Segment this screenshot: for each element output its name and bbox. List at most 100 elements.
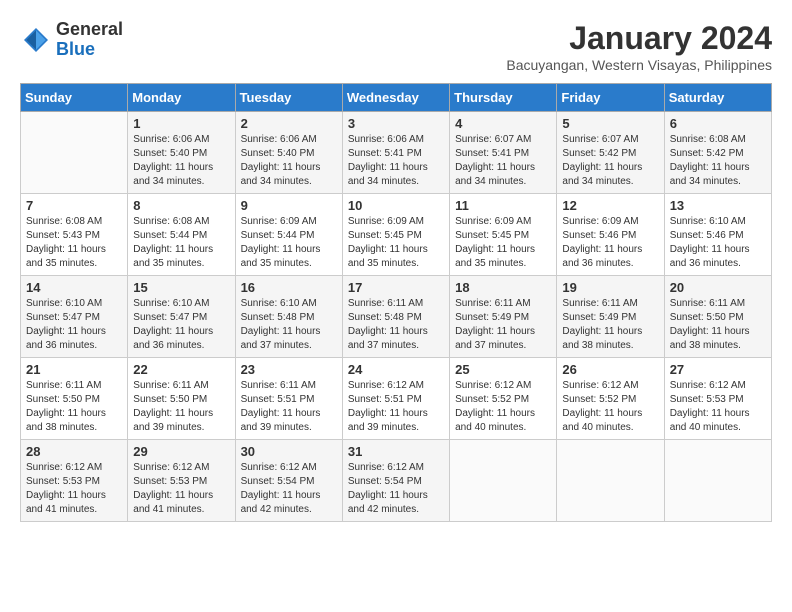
day-cell: 23 Sunrise: 6:11 AMSunset: 5:51 PMDaylig… [235, 358, 342, 440]
week-row-4: 21 Sunrise: 6:11 AMSunset: 5:50 PMDaylig… [21, 358, 772, 440]
day-cell: 6 Sunrise: 6:08 AMSunset: 5:42 PMDayligh… [664, 112, 771, 194]
day-number: 30 [241, 444, 337, 459]
page-header: General Blue January 2024 Bacuyangan, We… [20, 20, 772, 73]
day-number: 20 [670, 280, 766, 295]
day-info: Sunrise: 6:11 AMSunset: 5:50 PMDaylight:… [133, 379, 229, 435]
location-subtitle: Bacuyangan, Western Visayas, Philippines [506, 57, 772, 73]
day-cell: 4 Sunrise: 6:07 AMSunset: 5:41 PMDayligh… [450, 112, 557, 194]
day-cell [450, 440, 557, 522]
day-cell: 1 Sunrise: 6:06 AMSunset: 5:40 PMDayligh… [128, 112, 235, 194]
day-cell: 12 Sunrise: 6:09 AMSunset: 5:46 PMDaylig… [557, 194, 664, 276]
day-cell [21, 112, 128, 194]
day-cell: 28 Sunrise: 6:12 AMSunset: 5:53 PMDaylig… [21, 440, 128, 522]
calendar-body: 1 Sunrise: 6:06 AMSunset: 5:40 PMDayligh… [21, 112, 772, 522]
day-number: 7 [26, 198, 122, 213]
day-cell: 5 Sunrise: 6:07 AMSunset: 5:42 PMDayligh… [557, 112, 664, 194]
day-info: Sunrise: 6:11 AMSunset: 5:50 PMDaylight:… [26, 379, 122, 435]
day-number: 4 [455, 116, 551, 131]
day-info: Sunrise: 6:07 AMSunset: 5:41 PMDaylight:… [455, 133, 551, 189]
day-info: Sunrise: 6:11 AMSunset: 5:48 PMDaylight:… [348, 297, 444, 353]
day-number: 8 [133, 198, 229, 213]
day-number: 17 [348, 280, 444, 295]
day-number: 24 [348, 362, 444, 377]
day-cell [664, 440, 771, 522]
logo-icon [20, 24, 52, 56]
day-info: Sunrise: 6:11 AMSunset: 5:49 PMDaylight:… [562, 297, 658, 353]
day-number: 9 [241, 198, 337, 213]
day-cell: 8 Sunrise: 6:08 AMSunset: 5:44 PMDayligh… [128, 194, 235, 276]
day-cell: 14 Sunrise: 6:10 AMSunset: 5:47 PMDaylig… [21, 276, 128, 358]
logo-blue-text: Blue [56, 39, 95, 59]
day-info: Sunrise: 6:10 AMSunset: 5:46 PMDaylight:… [670, 215, 766, 271]
day-info: Sunrise: 6:12 AMSunset: 5:53 PMDaylight:… [26, 461, 122, 517]
day-cell: 17 Sunrise: 6:11 AMSunset: 5:48 PMDaylig… [342, 276, 449, 358]
day-number: 27 [670, 362, 766, 377]
day-info: Sunrise: 6:08 AMSunset: 5:44 PMDaylight:… [133, 215, 229, 271]
day-cell: 21 Sunrise: 6:11 AMSunset: 5:50 PMDaylig… [21, 358, 128, 440]
day-cell: 24 Sunrise: 6:12 AMSunset: 5:51 PMDaylig… [342, 358, 449, 440]
day-cell: 3 Sunrise: 6:06 AMSunset: 5:41 PMDayligh… [342, 112, 449, 194]
day-number: 23 [241, 362, 337, 377]
day-info: Sunrise: 6:08 AMSunset: 5:43 PMDaylight:… [26, 215, 122, 271]
day-cell: 18 Sunrise: 6:11 AMSunset: 5:49 PMDaylig… [450, 276, 557, 358]
day-number: 15 [133, 280, 229, 295]
day-number: 16 [241, 280, 337, 295]
day-cell: 30 Sunrise: 6:12 AMSunset: 5:54 PMDaylig… [235, 440, 342, 522]
day-cell: 15 Sunrise: 6:10 AMSunset: 5:47 PMDaylig… [128, 276, 235, 358]
week-row-5: 28 Sunrise: 6:12 AMSunset: 5:53 PMDaylig… [21, 440, 772, 522]
header-cell-thursday: Thursday [450, 84, 557, 112]
day-info: Sunrise: 6:09 AMSunset: 5:44 PMDaylight:… [241, 215, 337, 271]
day-number: 12 [562, 198, 658, 213]
day-cell: 2 Sunrise: 6:06 AMSunset: 5:40 PMDayligh… [235, 112, 342, 194]
week-row-1: 1 Sunrise: 6:06 AMSunset: 5:40 PMDayligh… [21, 112, 772, 194]
day-number: 1 [133, 116, 229, 131]
day-number: 2 [241, 116, 337, 131]
day-number: 11 [455, 198, 551, 213]
day-number: 6 [670, 116, 766, 131]
day-cell: 19 Sunrise: 6:11 AMSunset: 5:49 PMDaylig… [557, 276, 664, 358]
day-info: Sunrise: 6:11 AMSunset: 5:49 PMDaylight:… [455, 297, 551, 353]
day-info: Sunrise: 6:12 AMSunset: 5:53 PMDaylight:… [670, 379, 766, 435]
day-info: Sunrise: 6:12 AMSunset: 5:51 PMDaylight:… [348, 379, 444, 435]
day-number: 18 [455, 280, 551, 295]
logo-general-text: General [56, 19, 123, 39]
day-cell: 16 Sunrise: 6:10 AMSunset: 5:48 PMDaylig… [235, 276, 342, 358]
header-cell-sunday: Sunday [21, 84, 128, 112]
day-info: Sunrise: 6:10 AMSunset: 5:47 PMDaylight:… [133, 297, 229, 353]
day-cell: 10 Sunrise: 6:09 AMSunset: 5:45 PMDaylig… [342, 194, 449, 276]
day-cell: 26 Sunrise: 6:12 AMSunset: 5:52 PMDaylig… [557, 358, 664, 440]
day-number: 10 [348, 198, 444, 213]
day-number: 25 [455, 362, 551, 377]
week-row-3: 14 Sunrise: 6:10 AMSunset: 5:47 PMDaylig… [21, 276, 772, 358]
header-row: SundayMondayTuesdayWednesdayThursdayFrid… [21, 84, 772, 112]
header-cell-wednesday: Wednesday [342, 84, 449, 112]
day-info: Sunrise: 6:12 AMSunset: 5:52 PMDaylight:… [562, 379, 658, 435]
day-number: 29 [133, 444, 229, 459]
day-number: 31 [348, 444, 444, 459]
day-number: 13 [670, 198, 766, 213]
day-cell: 22 Sunrise: 6:11 AMSunset: 5:50 PMDaylig… [128, 358, 235, 440]
day-info: Sunrise: 6:12 AMSunset: 5:52 PMDaylight:… [455, 379, 551, 435]
day-cell: 9 Sunrise: 6:09 AMSunset: 5:44 PMDayligh… [235, 194, 342, 276]
day-number: 14 [26, 280, 122, 295]
day-cell [557, 440, 664, 522]
day-info: Sunrise: 6:09 AMSunset: 5:46 PMDaylight:… [562, 215, 658, 271]
day-number: 21 [26, 362, 122, 377]
day-info: Sunrise: 6:11 AMSunset: 5:50 PMDaylight:… [670, 297, 766, 353]
day-cell: 7 Sunrise: 6:08 AMSunset: 5:43 PMDayligh… [21, 194, 128, 276]
day-info: Sunrise: 6:06 AMSunset: 5:40 PMDaylight:… [133, 133, 229, 189]
header-cell-saturday: Saturday [664, 84, 771, 112]
logo: General Blue [20, 20, 123, 60]
day-info: Sunrise: 6:06 AMSunset: 5:40 PMDaylight:… [241, 133, 337, 189]
day-info: Sunrise: 6:09 AMSunset: 5:45 PMDaylight:… [455, 215, 551, 271]
day-info: Sunrise: 6:08 AMSunset: 5:42 PMDaylight:… [670, 133, 766, 189]
day-info: Sunrise: 6:12 AMSunset: 5:53 PMDaylight:… [133, 461, 229, 517]
day-info: Sunrise: 6:10 AMSunset: 5:48 PMDaylight:… [241, 297, 337, 353]
day-info: Sunrise: 6:06 AMSunset: 5:41 PMDaylight:… [348, 133, 444, 189]
day-cell: 20 Sunrise: 6:11 AMSunset: 5:50 PMDaylig… [664, 276, 771, 358]
day-info: Sunrise: 6:10 AMSunset: 5:47 PMDaylight:… [26, 297, 122, 353]
day-number: 26 [562, 362, 658, 377]
day-number: 3 [348, 116, 444, 131]
day-info: Sunrise: 6:12 AMSunset: 5:54 PMDaylight:… [241, 461, 337, 517]
week-row-2: 7 Sunrise: 6:08 AMSunset: 5:43 PMDayligh… [21, 194, 772, 276]
